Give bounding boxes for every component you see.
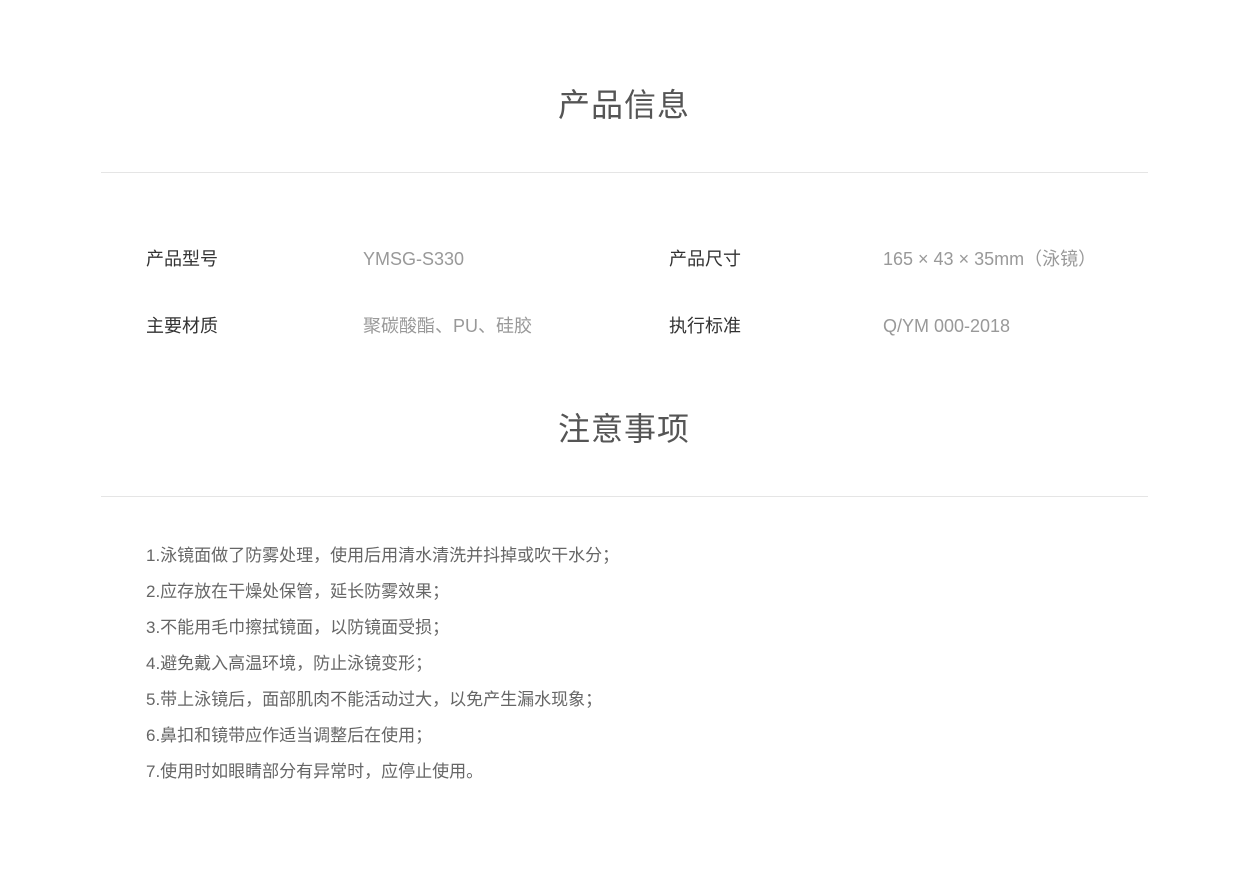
note-item: 4.避免戴入高温环境，防止泳镜变形； xyxy=(146,654,433,673)
note-item: 2.应存放在干燥处保管，延长防雾效果； xyxy=(146,582,450,601)
note-item: 5.带上泳镜后，面部肌肉不能活动过大，以免产生漏水现象； xyxy=(146,690,603,709)
note-item: 6.鼻扣和镜带应作适当调整后在使用； xyxy=(146,726,433,745)
note-item: 1.泳镜面做了防雾处理，使用后用清水清洗并抖掉或吹干水分； xyxy=(146,546,620,565)
spec-value-standard: Q/YM 000-2018 xyxy=(883,316,1011,336)
spec-value-material: 聚碳酸酯、PU、硅胶 xyxy=(363,316,533,336)
spec-label-size: 产品尺寸 xyxy=(669,249,741,269)
product-info-title: 产品信息 xyxy=(557,87,690,123)
spec-label-standard: 执行标准 xyxy=(669,316,741,336)
spec-value-model: YMSG-S330 xyxy=(363,249,465,269)
notes-divider xyxy=(101,496,1148,497)
notes-list: 1.泳镜面做了防雾处理，使用后用清水清洗并抖掉或吹干水分； 2.应存放在干燥处保… xyxy=(146,538,619,790)
notes-title: 注意事项 xyxy=(557,411,690,447)
spec-label-material: 主要材质 xyxy=(146,316,218,336)
product-info-divider xyxy=(101,172,1148,173)
spec-table: 产品型号 YMSG-S330 产品尺寸 165 × 43 × 35mm（泳镜） … xyxy=(146,240,1146,374)
spec-row: 主要材质 聚碳酸酯、PU、硅胶 执行标准 Q/YM 000-2018 xyxy=(146,307,1146,374)
spec-row: 产品型号 YMSG-S330 产品尺寸 165 × 43 × 35mm（泳镜） xyxy=(146,240,1146,307)
note-item: 7.使用时如眼睛部分有异常时，应停止使用。 xyxy=(146,762,484,781)
spec-label-model: 产品型号 xyxy=(146,249,218,269)
spec-value-size: 165 × 43 × 35mm（泳镜） xyxy=(883,249,1097,269)
note-item: 3.不能用毛巾擦拭镜面，以防镜面受损； xyxy=(146,618,450,637)
product-detail-page: 产品信息 产品型号 YMSG-S330 产品尺寸 165 × 43 × 35mm… xyxy=(0,0,1248,880)
